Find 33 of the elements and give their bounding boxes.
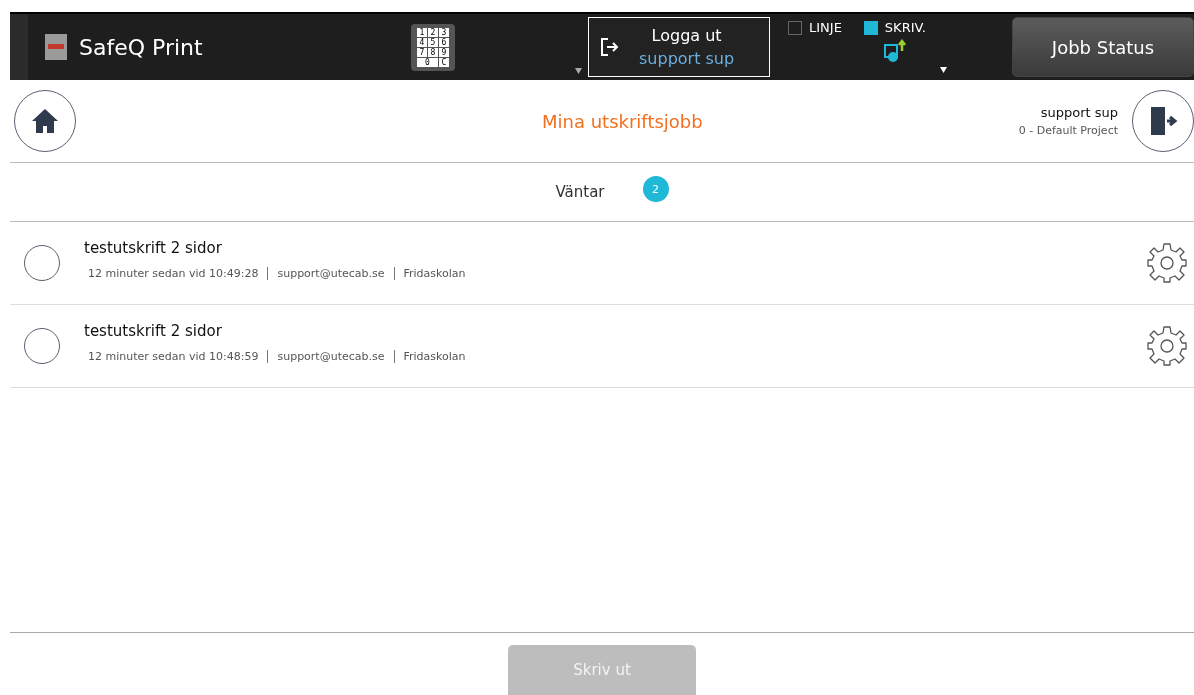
logo-icon — [45, 34, 67, 60]
logout-label: Logga ut — [651, 26, 722, 45]
settings-icon[interactable] — [1146, 325, 1188, 367]
job-name: testutskrift 2 sidor — [84, 238, 223, 257]
dropdown-arrow-icon[interactable] — [939, 67, 947, 73]
settings-icon[interactable] — [1146, 242, 1188, 284]
keypad-button[interactable]: 1 2 3 4 5 6 7 8 9 0 C — [411, 23, 455, 71]
mode-checkbox[interactable] — [863, 20, 878, 35]
mode-label: SKRIV. — [884, 20, 926, 35]
dropdown-arrow-icon[interactable] — [575, 68, 582, 74]
job-status-button[interactable]: Jobb Status — [1012, 17, 1194, 77]
waiting-tab[interactable]: Väntar — [555, 183, 605, 201]
job-email: support@utecab.se — [277, 349, 385, 363]
job-name: testutskrift 2 sidor — [84, 321, 223, 340]
job-time: 12 minuter sedan vid 10:49:28 — [88, 266, 259, 280]
mode-label: LINJE — [809, 20, 842, 35]
logout-user: support sup — [639, 49, 735, 68]
job-location: Fridaskolan — [403, 266, 466, 280]
card-upload-icon — [882, 39, 907, 63]
count-badge: 2 — [642, 176, 669, 202]
job-time: 12 minuter sedan vid 10:48:59 — [88, 349, 259, 363]
logout-button[interactable]: Logga ut support sup — [588, 17, 770, 77]
home-icon — [31, 108, 59, 134]
job-location: Fridaskolan — [403, 349, 466, 363]
page-title: Mina utskriftsjobb — [541, 110, 704, 132]
user-name: support sup — [1040, 105, 1118, 120]
project-name: 0 - Default Project — [1018, 124, 1118, 137]
app-title: SafeQ Print — [79, 34, 203, 60]
mode-checkbox[interactable] — [788, 20, 802, 35]
exit-door-icon — [1148, 105, 1178, 137]
job-email: support@utecab.se — [277, 266, 385, 280]
side-strip — [10, 14, 28, 80]
logout-icon — [599, 37, 619, 57]
